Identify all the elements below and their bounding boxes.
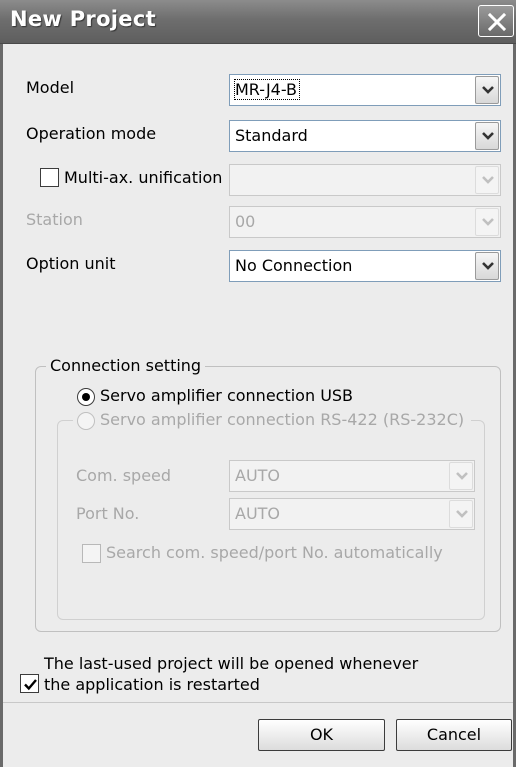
multi-axis-checkbox[interactable]	[40, 168, 59, 187]
new-project-dialog: New Project Model MR-J4-B Operation mode…	[0, 0, 516, 767]
dialog-title: New Project	[10, 7, 156, 31]
close-button[interactable]	[478, 5, 514, 37]
ok-button-label: OK	[309, 725, 334, 744]
chevron-down-icon	[482, 132, 494, 140]
connection-setting-title: Connection setting	[46, 356, 206, 375]
chevron-down-icon	[456, 472, 468, 480]
chevron-down-icon	[482, 86, 494, 94]
rs422-connection-radio[interactable]	[77, 412, 95, 430]
operation-mode-dropdown-button[interactable]	[475, 122, 499, 150]
model-value: MR-J4-B	[233, 79, 301, 100]
button-bar-divider	[3, 702, 513, 703]
checkmark-icon	[24, 679, 37, 691]
port-no-select[interactable]: AUTO	[229, 498, 475, 530]
com-speed-select[interactable]: AUTO	[229, 460, 475, 492]
cancel-button[interactable]: Cancel	[396, 719, 512, 751]
auto-search-label: Search com. speed/port No. automatically	[106, 543, 443, 562]
model-label: Model	[26, 78, 75, 97]
port-no-dropdown-button[interactable]	[449, 500, 473, 528]
operation-mode-value: Standard	[235, 126, 308, 145]
close-icon	[487, 12, 507, 32]
radio-selected-dot	[82, 393, 90, 401]
reopen-label-line1: The last-used project will be opened whe…	[44, 654, 419, 673]
option-unit-select[interactable]: No Connection	[229, 250, 501, 282]
reopen-last-project-checkbox[interactable]	[20, 674, 39, 693]
port-no-label: Port No.	[76, 504, 140, 523]
multi-axis-select[interactable]	[229, 164, 501, 196]
auto-search-checkbox[interactable]	[82, 544, 101, 563]
station-dropdown-button[interactable]	[475, 208, 499, 236]
title-bar[interactable]: New Project	[0, 0, 516, 44]
multi-axis-dropdown-button[interactable]	[475, 166, 499, 194]
station-value: 00	[235, 212, 256, 231]
operation-mode-select[interactable]: Standard	[229, 120, 501, 152]
option-unit-dropdown-button[interactable]	[475, 252, 499, 280]
ok-button[interactable]: OK	[258, 719, 385, 751]
option-unit-label: Option unit	[26, 254, 116, 273]
com-speed-label: Com. speed	[76, 466, 172, 485]
option-unit-value: No Connection	[235, 256, 353, 275]
usb-connection-label: Servo amplifier connection USB	[100, 386, 354, 405]
cancel-button-label: Cancel	[426, 725, 482, 744]
rs422-connection-label: Servo amplifier connection RS-422 (RS-23…	[100, 410, 465, 429]
station-label: Station	[26, 210, 83, 229]
chevron-down-icon	[456, 510, 468, 518]
model-select[interactable]: MR-J4-B	[229, 74, 501, 106]
chevron-down-icon	[482, 262, 494, 270]
port-no-value: AUTO	[235, 504, 281, 523]
com-speed-value: AUTO	[235, 466, 281, 485]
usb-connection-radio[interactable]	[77, 388, 95, 406]
reopen-label-line2: the application is restarted	[44, 675, 260, 694]
model-dropdown-button[interactable]	[475, 76, 499, 104]
station-select[interactable]: 00	[229, 206, 501, 238]
multi-axis-label: Multi-ax. unification	[64, 168, 223, 187]
chevron-down-icon	[482, 176, 494, 184]
operation-mode-label: Operation mode	[26, 124, 157, 143]
com-speed-dropdown-button[interactable]	[449, 462, 473, 490]
chevron-down-icon	[482, 218, 494, 226]
